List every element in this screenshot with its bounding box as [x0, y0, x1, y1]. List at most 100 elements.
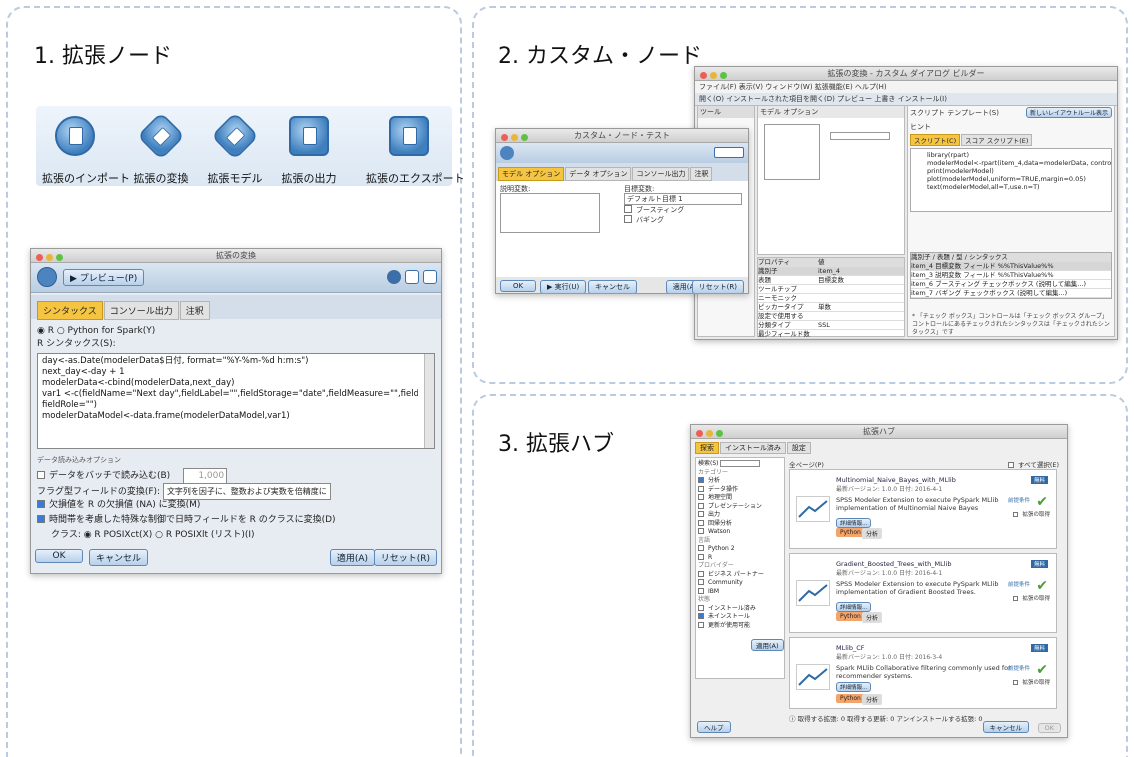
zoom-window-button[interactable] — [720, 72, 727, 79]
filter-checkbox[interactable]: Community — [698, 579, 782, 588]
table-row[interactable]: ニーモニック — [758, 294, 904, 303]
zoom-window-button[interactable] — [716, 430, 723, 437]
search-input[interactable] — [720, 460, 761, 467]
more-info-button[interactable]: 詳細情報... — [836, 518, 872, 528]
class-radio[interactable]: クラス: ◉ R POSIXct(X) ○ R POSIXlt (リスト)(I) — [37, 528, 435, 543]
filter-checkbox[interactable]: 地理空間 — [698, 494, 782, 503]
minimize-window-button[interactable] — [710, 72, 717, 79]
filter-checkbox[interactable]: 回帰分析 — [698, 519, 782, 529]
table-row[interactable]: 最大フィールド数 — [758, 339, 904, 340]
cancel-button[interactable]: キャンセル — [588, 280, 637, 293]
node-extension-output[interactable]: 拡張の出力 — [276, 108, 342, 186]
cancel-button[interactable]: キャンセル — [982, 721, 1029, 733]
node-extension-import[interactable]: 拡張のインポート — [42, 108, 130, 186]
time-checkbox[interactable] — [37, 515, 45, 523]
filter-checkbox[interactable]: Watson — [698, 528, 782, 537]
table-row[interactable]: 分類タイプ SSL — [758, 321, 904, 330]
tab-explore[interactable]: 探索 — [695, 442, 719, 454]
filter-checkbox[interactable]: 未インストール — [698, 613, 782, 622]
canvas[interactable]: モデル オプション — [757, 105, 905, 255]
language-radio[interactable]: ◉ R ○ Python for Spark(Y) — [37, 325, 435, 338]
tab-model-options[interactable]: モデル オプション — [498, 167, 565, 181]
close-window-button[interactable] — [696, 430, 703, 437]
filter-checkbox[interactable]: Python 2 — [698, 545, 782, 554]
tab-console-output[interactable]: コンソール出力 — [103, 301, 179, 320]
maximize-icon[interactable] — [423, 270, 437, 284]
script-editor[interactable]: library(rpart) modelerModel<-rpart(item_… — [910, 148, 1112, 212]
help-button[interactable]: ヘルプ — [697, 721, 731, 733]
menu-bar[interactable]: ファイル(F) 表示(V) ウィンドウ(W) 拡張機能(E) ヘルプ(H) — [695, 81, 1117, 93]
tab-installed[interactable]: インストール済み — [720, 442, 786, 454]
node-extension-transform[interactable]: 拡張の変換 — [128, 108, 194, 186]
explanatory-list[interactable] — [500, 193, 600, 233]
filter-checkbox[interactable]: データ操作 — [698, 485, 782, 495]
table-row[interactable]: item_6 ブースティング チェックボックス (説明して編集...) — [911, 280, 1111, 289]
batch-checkbox[interactable] — [37, 471, 45, 479]
apply-button[interactable]: 適用(A) — [329, 549, 375, 566]
table-row[interactable]: 設定で使用する — [758, 312, 904, 321]
filter-checkbox[interactable]: インストール済み — [698, 604, 782, 614]
filter-checkbox[interactable]: 出力 — [698, 511, 782, 520]
table-row[interactable]: item_7 バギング チェックボックス (説明して編集...) — [911, 289, 1111, 298]
filter-checkbox[interactable]: プレゼンテーション — [698, 502, 782, 512]
table-row[interactable]: 識別子 item_4 — [758, 267, 904, 276]
more-info-button[interactable]: 詳細情報... — [836, 682, 872, 692]
hint-toggle[interactable]: ヒント — [908, 120, 1114, 134]
more-info-button[interactable]: 詳細情報... — [836, 602, 872, 612]
filter-checkbox[interactable]: 分析 — [698, 477, 782, 486]
close-window-button[interactable] — [700, 72, 707, 79]
tab-console-output[interactable]: コンソール出力 — [632, 167, 690, 181]
tab-annotations[interactable]: 注釈 — [690, 167, 713, 181]
cancel-button[interactable]: キャンセル — [89, 549, 149, 566]
node-extension-export[interactable]: 拡張のエクスポート — [366, 108, 465, 186]
bagging-checkbox[interactable]: バギング — [624, 215, 664, 225]
node-extension-model[interactable]: 拡張モデル — [202, 108, 268, 186]
filter-checkbox[interactable]: IBM — [698, 587, 782, 597]
help-icon[interactable] — [387, 270, 401, 284]
prerequisites-link[interactable]: 前提条件 — [1008, 664, 1030, 672]
missing-checkbox[interactable] — [37, 500, 45, 508]
ok-button[interactable]: OK — [1037, 723, 1061, 733]
table-row[interactable]: 最少フィールド数 — [758, 330, 904, 339]
syntax-editor[interactable]: day<-as.Date(modelerData$日付, format="%Y-… — [37, 353, 435, 449]
target-select[interactable]: デフォルト目標 1 — [624, 193, 742, 205]
boosting-checkbox[interactable]: ブースティング — [624, 205, 684, 215]
get-extension-checkbox[interactable]: 拡張の取得 — [1013, 594, 1050, 602]
ok-button[interactable]: OK — [500, 280, 536, 292]
select-all-checkbox[interactable]: すべて選択(E) — [1008, 459, 1059, 469]
close-window-button[interactable] — [36, 254, 43, 261]
zoom-window-button[interactable] — [521, 134, 528, 141]
table-row[interactable]: item_3 説明変数 フィールド %%ThisValue%% — [911, 271, 1111, 280]
table-row[interactable]: ツールチップ — [758, 285, 904, 294]
explanatory-list[interactable] — [764, 124, 820, 180]
preview-button[interactable]: ▶ プレビュー(P) — [63, 269, 145, 286]
reset-button[interactable]: リセット(R) — [691, 280, 744, 293]
window-controls-icon[interactable] — [714, 147, 744, 158]
tab-annotations[interactable]: 注釈 — [179, 301, 210, 320]
prerequisites-link[interactable]: 前提条件 — [1008, 496, 1030, 504]
apply-filter-button[interactable]: 適用(A) — [751, 639, 784, 651]
new-rule-button[interactable]: 新しいレイアウトルール表示 — [1025, 107, 1112, 118]
filter-checkbox[interactable]: ビジネス パートナー — [698, 570, 782, 580]
tab-settings[interactable]: 設定 — [786, 442, 811, 454]
tab-syntax[interactable]: シンタックス — [37, 301, 103, 320]
tab-data-options[interactable]: データ オプション — [565, 167, 632, 181]
tab-script[interactable]: スクリプト(C) — [910, 134, 961, 146]
minimize-window-button[interactable] — [46, 254, 53, 261]
tab-score-script[interactable]: スコア スクリプト(E) — [961, 134, 1033, 146]
model-options-tab[interactable]: モデル オプション — [758, 106, 904, 118]
get-extension-checkbox[interactable]: 拡張の取得 — [1013, 678, 1050, 686]
reset-button[interactable]: リセット(R) — [373, 549, 437, 566]
close-window-button[interactable] — [501, 134, 508, 141]
run-button[interactable]: ▶ 実行(U) — [540, 280, 587, 293]
prerequisites-link[interactable]: 前提条件 — [1008, 580, 1030, 588]
ok-button[interactable]: OK — [35, 549, 83, 563]
table-row[interactable]: ピッカータイプ 単数 — [758, 303, 904, 312]
editor-scrollbar[interactable] — [424, 354, 434, 448]
get-extension-checkbox[interactable]: 拡張の取得 — [1013, 510, 1050, 518]
table-row[interactable]: 表題 目標変数 — [758, 276, 904, 285]
zoom-window-button[interactable] — [56, 254, 63, 261]
target-select[interactable] — [830, 132, 890, 140]
filter-checkbox[interactable]: 更新が使用可能 — [698, 621, 782, 631]
minimize-window-button[interactable] — [511, 134, 518, 141]
